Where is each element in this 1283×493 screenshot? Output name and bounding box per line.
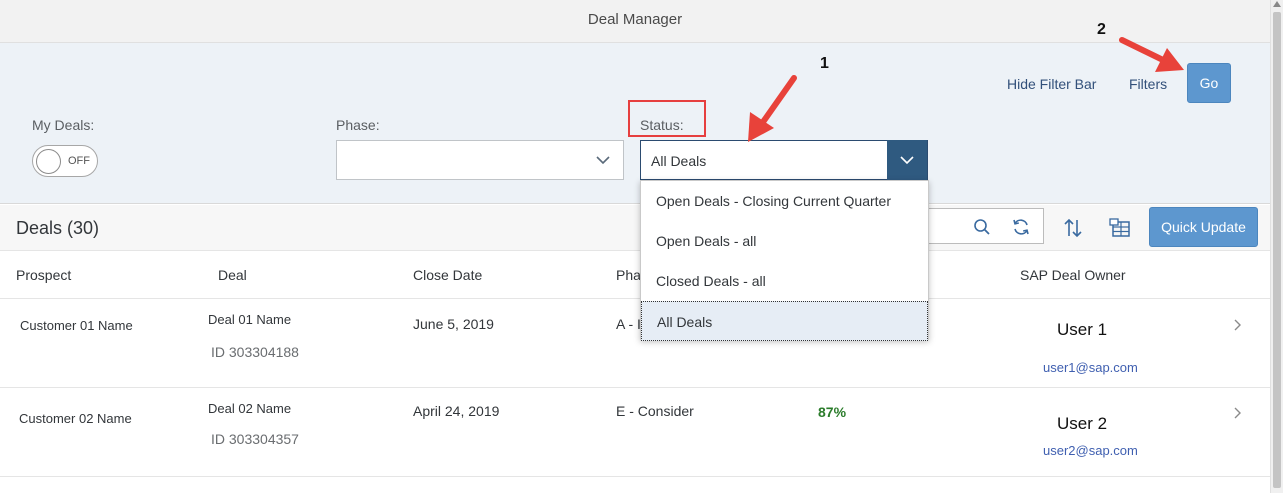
my-deals-label: My Deals: [32,117,95,133]
toggle-state-text: OFF [68,155,90,167]
table-row[interactable]: Customer 01 Name Deal 01 Name ID 3033041… [0,300,1270,388]
status-option-open-current-quarter[interactable]: Open Deals - Closing Current Quarter [641,181,928,221]
owner-email-link[interactable]: user2@sap.com [1043,443,1138,458]
phase-value: A - I [616,316,641,332]
status-option-closed-all[interactable]: Closed Deals - all [641,261,928,301]
status-select[interactable]: All Deals [640,140,928,180]
owner-email-link[interactable]: user1@sap.com [1043,360,1138,375]
deals-count-title: Deals (30) [16,218,100,238]
table-header: Prospect Deal Close Date Pha SAP Deal Ow… [0,252,1270,299]
scroll-up-arrow-icon[interactable] [1273,1,1281,7]
phase-select[interactable] [336,140,624,180]
chevron-right-icon[interactable] [1234,406,1242,422]
column-sap-deal-owner[interactable]: SAP Deal Owner [1020,267,1126,283]
chevron-right-icon[interactable] [1234,318,1242,334]
prospect-name: Customer 02 Name [19,411,132,426]
owner-name: User 2 [1057,414,1108,433]
annotation-step-2: 2 [1097,21,1106,38]
column-close-date[interactable]: Close Date [413,267,482,283]
hide-filter-bar-link[interactable]: Hide Filter Bar [1007,76,1096,92]
status-highlight-box [628,100,706,137]
table-toolbar: Deals (30) Quick Update [0,205,1270,251]
annotation-step-1: 1 [820,55,829,72]
sort-icon[interactable] [1061,216,1085,240]
table-row[interactable]: Customer 02 Name Deal 02 Name ID 3033043… [0,389,1270,477]
close-date: June 5, 2019 [413,316,494,332]
toggle-knob [36,149,61,174]
phase-value: E - Consider [616,403,694,419]
probability-value: 87% [818,404,847,420]
close-date: April 24, 2019 [413,403,500,419]
my-deals-toggle[interactable]: OFF [32,145,98,177]
column-prospect[interactable]: Prospect [16,267,71,283]
vertical-scrollbar[interactable] [1270,0,1283,493]
column-deal[interactable]: Deal [218,267,247,283]
chevron-down-icon[interactable] [887,140,927,180]
phase-label: Phase: [336,117,380,133]
deal-id: ID 303304357 [211,431,299,447]
filters-link[interactable]: Filters [1129,76,1167,92]
status-select-value: All Deals [651,153,707,169]
go-button[interactable]: Go [1187,63,1231,103]
column-phase[interactable]: Pha [616,267,641,283]
prospect-name: Customer 01 Name [20,318,133,333]
deal-name: Deal 01 Name [208,312,292,327]
owner-name: User 1 [1057,320,1108,339]
search-field[interactable] [926,208,1044,244]
refresh-icon[interactable] [1010,216,1032,238]
shell-header: Deal Manager [0,0,1270,43]
chevron-down-icon[interactable] [583,140,623,180]
status-option-all-deals[interactable]: All Deals [641,301,928,341]
quick-update-button[interactable]: Quick Update [1149,207,1258,247]
deal-name: Deal 02 Name [208,401,292,416]
status-dropdown-list: Open Deals - Closing Current Quarter Ope… [640,180,929,341]
deal-id: ID 303304188 [211,344,299,360]
page-title: Deal Manager [587,11,683,28]
status-option-open-all[interactable]: Open Deals - all [641,221,928,261]
search-icon[interactable] [972,217,992,237]
scrollbar-thumb[interactable] [1273,12,1281,488]
table-settings-icon[interactable] [1108,216,1134,240]
